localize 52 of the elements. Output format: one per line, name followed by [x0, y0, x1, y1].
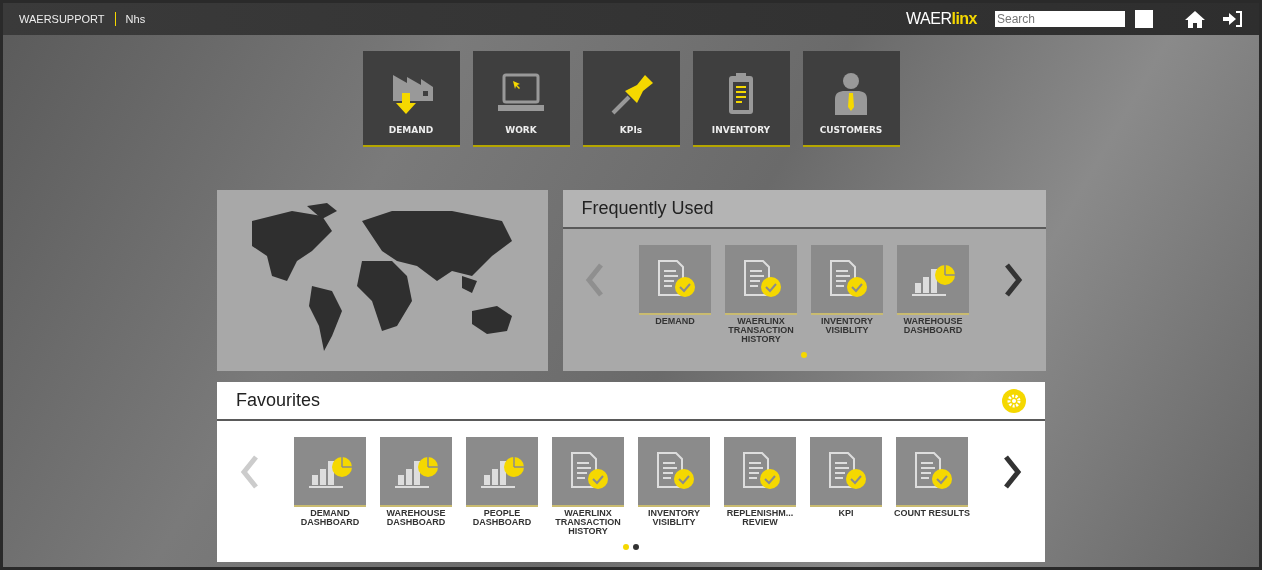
chevron-right-icon: [1005, 263, 1023, 297]
next-button[interactable]: [1004, 455, 1022, 489]
shortcut-label: WAREHOUSE DASHBOARD: [385, 509, 447, 527]
shortcut-tile[interactable]: [466, 437, 538, 507]
page-dot[interactable]: [801, 352, 807, 358]
chevron-left-icon: [585, 263, 603, 297]
shortcut-tile[interactable]: [380, 437, 452, 507]
shortcut-label: DEMAND: [654, 317, 696, 326]
chevron-left-icon: [240, 455, 258, 489]
logo: WAERlinx: [906, 10, 977, 28]
panel-title: Favourites: [236, 390, 321, 411]
previous-button[interactable]: [240, 455, 258, 489]
panel-title: Frequently Used: [581, 198, 714, 219]
shortcut-tile[interactable]: [810, 437, 882, 507]
shortcut-tile[interactable]: [639, 245, 711, 315]
chevron-right-icon: [1004, 455, 1022, 489]
shortcut-label: WAREHOUSE DASHBOARD: [902, 317, 964, 335]
shortcut-label: WAERLINX TRANSACTION HISTORY: [727, 317, 795, 344]
shortcut-label: INVENTORY VISIBLITY: [820, 317, 874, 335]
module-tile[interactable]: DEMAND: [362, 51, 460, 147]
shortcut-tile[interactable]: [725, 245, 797, 315]
home-button[interactable]: [1185, 10, 1205, 28]
page-dot[interactable]: [633, 544, 639, 550]
site-name: Nhs: [125, 13, 146, 25]
shortcut-label: KPI: [837, 509, 855, 518]
module-tile[interactable]: INVENTORY: [692, 51, 790, 147]
page-dot[interactable]: [623, 544, 629, 550]
shortcut-label: COUNT RESULTS: [894, 509, 970, 518]
sign-in-icon: [1223, 10, 1243, 28]
shortcut-label: WAERLINX TRANSACTION HISTORY: [554, 509, 622, 536]
shortcut-tile[interactable]: [897, 245, 969, 315]
settings-icon: [1007, 393, 1021, 408]
shortcut-tile[interactable]: [294, 437, 366, 507]
settings-button[interactable]: [1002, 388, 1026, 413]
search-field[interactable]: Search: [995, 11, 1125, 27]
shortcut-tile[interactable]: [811, 245, 883, 315]
shortcut-label: DEMAND DASHBOARD: [299, 509, 361, 527]
module-tile[interactable]: CUSTOMERS: [802, 51, 900, 147]
shortcut-tile[interactable]: [724, 437, 796, 507]
shortcut-label: INVENTORY VISIBLITY: [647, 509, 701, 527]
home-icon: [1185, 10, 1205, 28]
next-button[interactable]: [1005, 263, 1023, 297]
logout-button[interactable]: [1223, 10, 1243, 28]
shortcut-tile[interactable]: [552, 437, 624, 507]
shortcut-tile[interactable]: [638, 437, 710, 507]
module-tile[interactable]: WORK: [472, 51, 570, 147]
previous-button[interactable]: [585, 263, 603, 297]
module-tile[interactable]: KPIs: [582, 51, 680, 147]
shortcut-label: REPLENISHM... REVIEW: [725, 509, 795, 527]
user-name: WAERSUPPORT: [19, 13, 105, 25]
shortcut-label: PEOPLE DASHBOARD: [471, 509, 533, 527]
shortcut-tile[interactable]: [896, 437, 968, 507]
